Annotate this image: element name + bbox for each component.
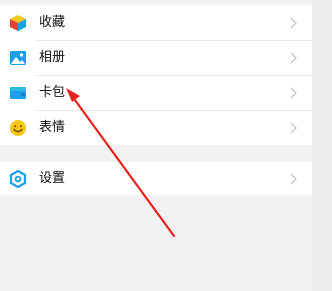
chevron-right-icon xyxy=(290,52,297,63)
menu-group-settings: 设置 xyxy=(0,162,332,195)
menu-item-card-wallet[interactable]: 卡包 xyxy=(0,75,332,110)
menu-item-label: 设置 xyxy=(39,171,66,186)
me-page-screen: 收藏 相册 卡包 表情 设置 xyxy=(0,0,332,291)
menu-item-label: 表情 xyxy=(39,120,66,135)
album-photo-icon xyxy=(10,50,26,65)
chevron-right-icon xyxy=(290,87,297,98)
chevron-right-icon xyxy=(290,17,297,28)
settings-gear-icon xyxy=(9,169,27,188)
chevron-right-icon xyxy=(290,122,297,133)
menu-item-settings[interactable]: 设置 xyxy=(0,162,332,195)
menu-group-main: 收藏 相册 卡包 表情 xyxy=(0,5,332,145)
menu-item-label: 卡包 xyxy=(39,85,66,100)
menu-item-label: 相册 xyxy=(39,50,66,65)
menu-item-album[interactable]: 相册 xyxy=(0,40,332,75)
menu-item-label: 收藏 xyxy=(39,15,66,30)
right-edge-strip xyxy=(312,0,332,291)
menu-item-emoji[interactable]: 表情 xyxy=(0,110,332,145)
menu-item-favorites[interactable]: 收藏 xyxy=(0,5,332,40)
emoji-smile-icon xyxy=(10,119,26,136)
favorites-cube-icon xyxy=(10,14,26,31)
card-wallet-icon xyxy=(10,86,26,99)
chevron-right-icon xyxy=(290,173,297,184)
